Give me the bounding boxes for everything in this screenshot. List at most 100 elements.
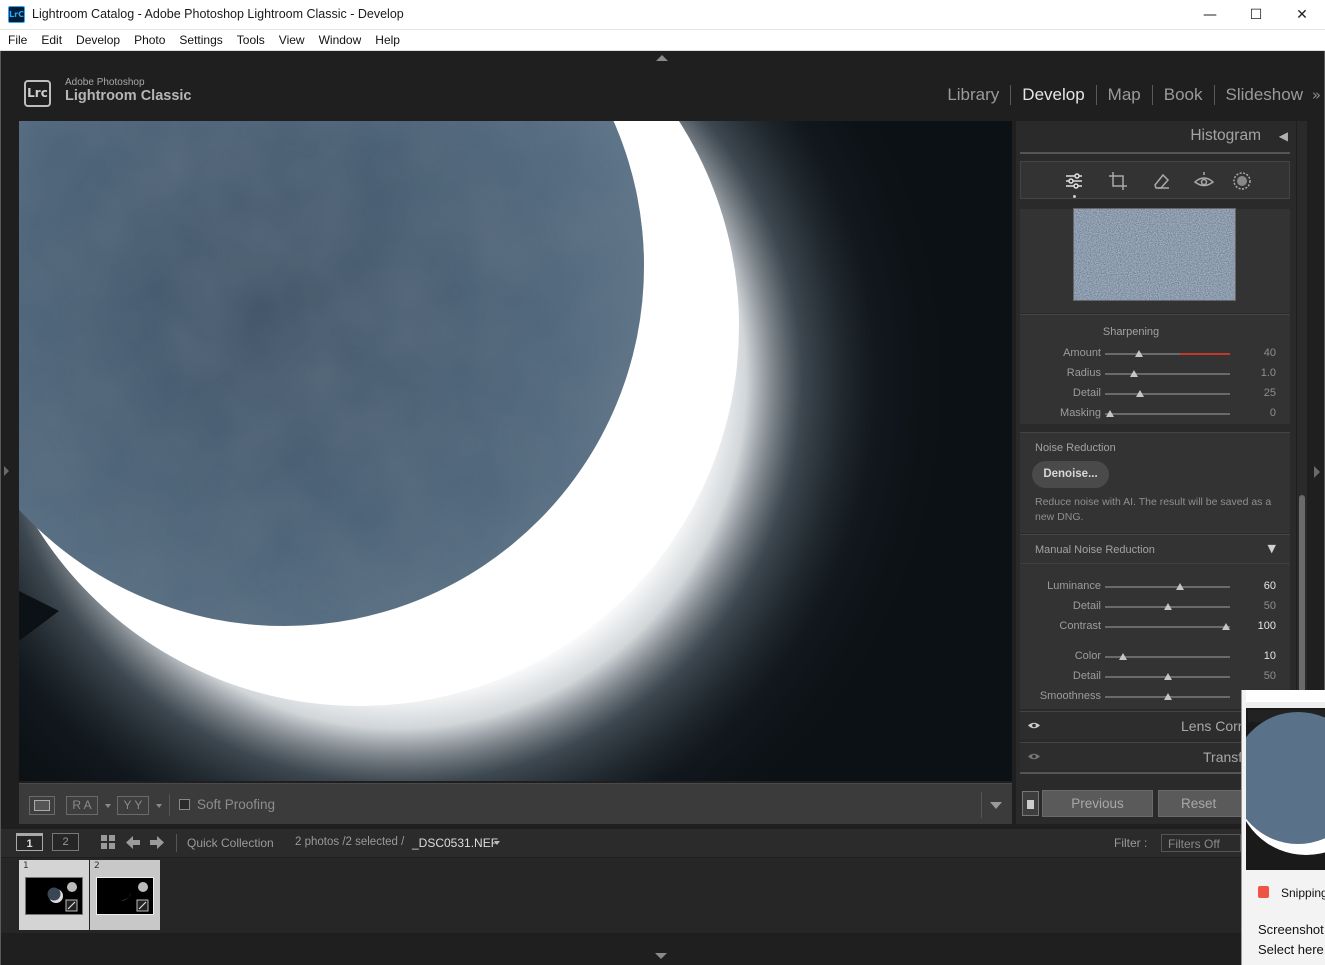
menu-file[interactable]: File — [8, 33, 27, 47]
left-panel-toggle-icon[interactable] — [4, 466, 9, 476]
manual-noise-reduction-title[interactable]: Manual Noise Reduction — [1035, 544, 1155, 556]
slider-thumb[interactable] — [1129, 370, 1138, 377]
second-screen-button[interactable]: 2 — [52, 833, 79, 851]
slider-thumb[interactable] — [1163, 673, 1172, 680]
source-quick-collection[interactable]: Quick Collection — [187, 836, 274, 850]
slider-value[interactable]: 1.0 — [1261, 367, 1276, 379]
slider-value[interactable]: 25 — [1264, 387, 1276, 399]
red-eye-icon[interactable] — [1194, 171, 1214, 191]
slider-row-detail[interactable]: Detail 25 — [1020, 383, 1290, 403]
crop-icon[interactable] — [1108, 171, 1128, 191]
slider-row-detail[interactable]: Detail 50 — [1020, 596, 1290, 616]
slider-track[interactable] — [1105, 653, 1230, 660]
masking-icon[interactable] — [1232, 171, 1252, 191]
slider-thumb[interactable] — [1106, 410, 1114, 417]
slider-thumb[interactable] — [1222, 623, 1231, 630]
module-slideshow[interactable]: Slideshow — [1226, 85, 1304, 105]
main-screen-button[interactable]: 1 — [16, 833, 43, 851]
slider-row-radius[interactable]: Radius 1.0 — [1020, 363, 1290, 383]
slider-track[interactable] — [1105, 350, 1230, 357]
eye-icon[interactable] — [1028, 752, 1040, 761]
filmstrip-thumbnail-selected[interactable]: 2 — [90, 860, 160, 930]
slider-row-amount[interactable]: Amount 40 — [1020, 343, 1290, 363]
photo-canvas[interactable] — [19, 121, 1012, 781]
slider-value[interactable]: 50 — [1264, 670, 1276, 682]
right-panel-toggle-icon[interactable] — [1314, 466, 1320, 478]
slider-track[interactable] — [1105, 673, 1230, 680]
maximize-button[interactable]: ☐ — [1233, 0, 1279, 30]
slider-thumb[interactable] — [1118, 653, 1127, 660]
swap-dropdown-icon[interactable] — [156, 804, 162, 808]
filter-dropdown[interactable]: Filters Off — [1161, 834, 1241, 852]
slider-track[interactable] — [1105, 693, 1230, 700]
menu-tools[interactable]: Tools — [237, 33, 265, 47]
menu-settings[interactable]: Settings — [179, 33, 222, 47]
slider-thumb[interactable] — [1176, 583, 1184, 590]
module-divider — [1213, 85, 1215, 105]
slider-row-color[interactable]: Color 10 — [1020, 646, 1290, 666]
slider-row-luminance[interactable]: Luminance 60 — [1020, 576, 1290, 596]
reset-button[interactable]: Reset — [1158, 790, 1242, 817]
screenshot-preview[interactable] — [1246, 690, 1325, 870]
before-after-swap-button[interactable]: Y Y — [117, 796, 149, 815]
module-map[interactable]: Map — [1108, 85, 1141, 105]
previous-button[interactable]: Previous — [1042, 790, 1153, 817]
histogram-collapse-icon[interactable]: ◀ — [1279, 129, 1288, 143]
slider-thumb[interactable] — [1134, 350, 1143, 357]
slider-value[interactable]: 0 — [1270, 407, 1276, 419]
minimize-button[interactable]: — — [1187, 0, 1233, 30]
forward-arrow-icon[interactable] — [150, 836, 164, 849]
denoise-button[interactable]: Denoise... — [1032, 461, 1109, 488]
denoise-description: Reduce noise with AI. The result will be… — [1035, 496, 1272, 523]
close-button[interactable]: ✕ — [1279, 0, 1325, 30]
slider-value[interactable]: 50 — [1264, 600, 1276, 612]
slider-thumb[interactable] — [1136, 390, 1144, 397]
menu-window[interactable]: Window — [319, 33, 362, 47]
edit-sliders-icon[interactable] — [1064, 171, 1084, 191]
snipping-notification[interactable]: Snipping Screenshot Select here — [1241, 690, 1325, 965]
toolbar-content-dropdown-icon[interactable] — [990, 802, 1002, 809]
slider-track[interactable] — [1105, 390, 1230, 397]
menu-edit[interactable]: Edit — [41, 33, 62, 47]
slider-track[interactable] — [1105, 583, 1230, 590]
eye-icon[interactable] — [1028, 721, 1040, 730]
right-panel-scrollbar-thumb[interactable] — [1299, 495, 1305, 710]
slider-row-detail[interactable]: Detail 50 — [1020, 666, 1290, 686]
menu-develop[interactable]: Develop — [76, 33, 120, 47]
slider-row-contrast[interactable]: Contrast 100 — [1020, 616, 1290, 636]
before-after-dropdown-icon[interactable] — [105, 804, 111, 808]
module-develop[interactable]: Develop — [1022, 85, 1084, 105]
loupe-view-button[interactable] — [29, 796, 55, 815]
bottom-panel-toggle-icon[interactable] — [655, 953, 667, 959]
soft-proofing-checkbox[interactable] — [179, 799, 190, 810]
slider-track[interactable] — [1105, 623, 1231, 630]
top-panel-toggle-icon[interactable] — [656, 55, 668, 61]
filename-dropdown-icon[interactable] — [494, 841, 500, 845]
before-after-button[interactable]: R A — [66, 796, 98, 815]
menu-help[interactable]: Help — [375, 33, 400, 47]
back-arrow-icon[interactable] — [126, 836, 140, 849]
menu-view[interactable]: View — [279, 33, 305, 47]
slider-track[interactable] — [1105, 410, 1230, 417]
slider-thumb[interactable] — [1163, 603, 1172, 610]
slider-row-masking[interactable]: Masking 0 — [1020, 403, 1290, 423]
slider-thumb[interactable] — [1163, 693, 1172, 700]
detail-preview-thumbnail[interactable] — [1073, 208, 1236, 301]
slider-value[interactable]: 10 — [1264, 650, 1276, 662]
module-library[interactable]: Library — [947, 85, 999, 105]
slider-track[interactable] — [1105, 370, 1230, 377]
slider-value[interactable]: 40 — [1264, 347, 1276, 359]
histogram-header[interactable]: Histogram ◀ — [1016, 121, 1296, 151]
module-book[interactable]: Book — [1164, 85, 1203, 105]
healing-eraser-icon[interactable] — [1151, 171, 1171, 191]
menu-photo[interactable]: Photo — [134, 33, 165, 47]
more-modules-icon[interactable]: » — [1312, 86, 1321, 104]
filmstrip-thumbnail[interactable]: 1 — [19, 860, 89, 930]
manual-nr-expand-icon[interactable]: ▼ — [1268, 542, 1276, 555]
slider-value[interactable]: 60 — [1264, 580, 1276, 592]
filename-label[interactable]: _DSC0531.NEF — [412, 836, 498, 850]
copy-settings-switch[interactable] — [1022, 791, 1039, 816]
grid-view-icon[interactable] — [101, 835, 116, 850]
slider-track[interactable] — [1105, 603, 1230, 610]
slider-value[interactable]: 100 — [1258, 620, 1276, 632]
